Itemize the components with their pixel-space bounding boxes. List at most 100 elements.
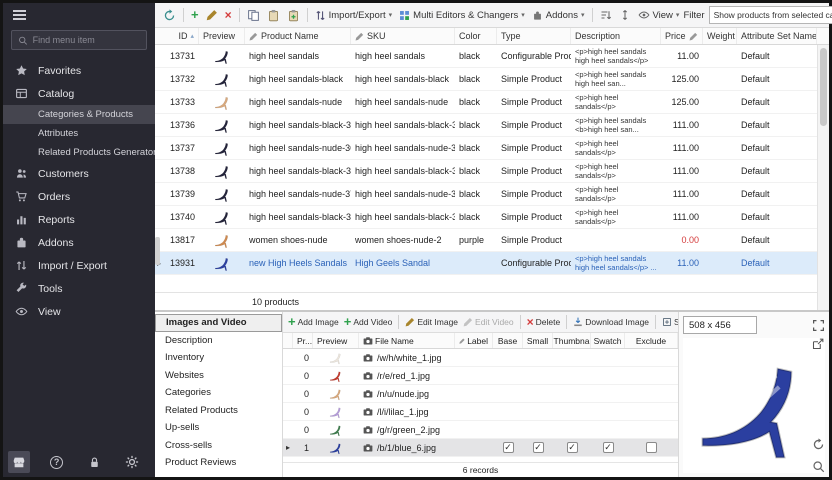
thumbnail-checkbox[interactable]: ✓ xyxy=(567,442,578,453)
vertical-scrollbar[interactable] xyxy=(817,45,829,310)
table-row[interactable]: 0 /r/e/red_1.jpg xyxy=(283,367,678,385)
table-row[interactable]: 0 /g/r/green_2.jpg xyxy=(283,421,678,439)
swatch-checkbox[interactable]: ✓ xyxy=(603,442,614,453)
paste-special-button[interactable] xyxy=(284,7,303,24)
row-height-button[interactable] xyxy=(616,7,634,23)
column-header-exclude[interactable]: Exclude xyxy=(625,333,678,348)
sidebar-item-tools[interactable]: Tools xyxy=(3,277,155,300)
table-row[interactable]: 13733 high heel sandals-nude high heel s… xyxy=(155,91,829,114)
tab-categories[interactable]: Categories xyxy=(155,384,282,402)
table-row[interactable]: 13738 high heel sandals-black-37 high he… xyxy=(155,160,829,183)
sidebar-item-orders[interactable]: Orders xyxy=(3,185,155,208)
fullscreen-icon[interactable] xyxy=(812,319,825,332)
table-row[interactable]: 13732 high heel sandals-black high heel … xyxy=(155,68,829,91)
column-header-swatch[interactable]: Swatch xyxy=(591,333,625,348)
row-expander[interactable] xyxy=(283,367,293,384)
delete-image-button[interactable]: ×Delete xyxy=(525,316,563,328)
row-expander[interactable] xyxy=(283,385,293,402)
table-row[interactable]: 13731 high heel sandals high heel sandal… xyxy=(155,45,829,68)
row-expander[interactable] xyxy=(283,403,293,420)
refresh-button[interactable] xyxy=(160,7,179,24)
table-row[interactable]: 13740 high heel sandals-black-38 high he… xyxy=(155,206,829,229)
view-menu[interactable]: View▾ xyxy=(635,7,683,23)
column-header-file-name[interactable]: File Name xyxy=(359,333,455,348)
import-export-menu[interactable]: Import/Export▾ xyxy=(312,8,396,23)
column-header-attribute-set[interactable]: Attribute Set Name xyxy=(737,28,817,44)
column-header-small[interactable]: Small xyxy=(523,333,553,348)
column-header-color[interactable]: Color xyxy=(455,28,497,44)
sidebar-splitter-handle[interactable] xyxy=(155,237,160,265)
tab-related-products[interactable]: Related Products xyxy=(155,402,282,420)
gear-icon[interactable] xyxy=(121,451,143,473)
image-size-field[interactable]: 508 x 456 xyxy=(683,316,757,334)
delete-product-button[interactable]: × xyxy=(222,8,235,22)
column-header-label[interactable]: Label xyxy=(455,333,493,348)
edit-image-button[interactable]: Edit Image xyxy=(403,316,460,328)
table-row[interactable]: 0 /w/h/white_1.jpg xyxy=(283,349,678,367)
lock-icon[interactable] xyxy=(83,451,105,473)
product-image-preview[interactable] xyxy=(683,338,825,473)
tab-websites[interactable]: Websites xyxy=(155,367,282,385)
column-header-id[interactable]: ID▴ xyxy=(155,28,199,44)
multi-editors-menu[interactable]: Multi Editors & Changers▾ xyxy=(396,8,528,23)
search-input[interactable] xyxy=(33,35,140,45)
table-row[interactable]: 13737 high heel sandals-nude-36 high hee… xyxy=(155,137,829,160)
copy-button[interactable] xyxy=(244,7,263,24)
sidebar-item-import-export[interactable]: Import / Export xyxy=(3,254,155,277)
table-row[interactable]: ▸ 1 /b/1/blue_6.jpg ✓✓✓✓ xyxy=(283,439,678,457)
base-checkbox[interactable]: ✓ xyxy=(503,442,514,453)
column-header-preview[interactable]: Preview xyxy=(199,28,245,44)
sidebar-search[interactable] xyxy=(11,30,147,50)
row-expander[interactable]: ▸ xyxy=(283,439,293,456)
column-header-description[interactable]: Description xyxy=(571,28,661,44)
column-header-product-name[interactable]: Product Name xyxy=(245,28,351,44)
download-image-button[interactable]: Download Image xyxy=(571,316,651,328)
tab-inventory[interactable]: Inventory xyxy=(155,349,282,367)
row-expander[interactable] xyxy=(283,349,293,366)
paste-button[interactable] xyxy=(264,7,283,24)
addons-menu[interactable]: Addons▾ xyxy=(529,8,588,23)
tab-product-reviews[interactable]: Product Reviews xyxy=(155,454,282,472)
sidebar-item-view[interactable]: View xyxy=(3,300,155,323)
hamburger-menu-icon[interactable] xyxy=(13,10,26,20)
edit-video-button[interactable]: Edit Video xyxy=(461,316,516,328)
exclude-checkbox[interactable] xyxy=(646,442,657,453)
sidebar-item-customers[interactable]: Customers xyxy=(3,162,155,185)
open-external-icon[interactable] xyxy=(812,338,824,350)
tab-description[interactable]: Description xyxy=(155,332,282,350)
tab-up-sells[interactable]: Up-sells xyxy=(155,419,282,437)
column-header-sku[interactable]: SKU xyxy=(351,28,455,44)
add-video-button[interactable]: +Add Video xyxy=(342,316,395,328)
table-row[interactable]: 13817 women shoes-nude women shoes-nude-… xyxy=(155,229,829,252)
tab-cross-sells[interactable]: Cross-sells xyxy=(155,437,282,455)
edit-product-button[interactable] xyxy=(203,7,221,23)
column-header-weight[interactable]: Weight xyxy=(703,28,737,44)
sort-rows-button[interactable] xyxy=(597,7,615,23)
row-expander[interactable] xyxy=(283,421,293,438)
scrollbar-thumb[interactable] xyxy=(820,48,827,126)
set-resize-rule-button[interactable]: Set Resize Rule xyxy=(660,316,678,328)
sidebar-item-catalog[interactable]: Catalog xyxy=(3,82,155,105)
table-row[interactable]: 13736 high heel sandals-black-36 high he… xyxy=(155,114,829,137)
column-header-type[interactable]: Type xyxy=(497,28,571,44)
table-row[interactable]: ▸13931 new High Heels Sandals High Geels… xyxy=(155,252,829,275)
sidebar-item-favorites[interactable]: Favorites xyxy=(3,59,155,82)
sidebar-item-addons[interactable]: Addons xyxy=(3,231,155,254)
table-row[interactable]: 13739 high heel sandals-nude-37 high hee… xyxy=(155,183,829,206)
filter-select[interactable]: Show products from selected categories ▾ xyxy=(709,6,832,24)
sidebar-item-reports[interactable]: Reports xyxy=(3,208,155,231)
store-icon[interactable] xyxy=(8,451,30,473)
table-row[interactable]: 0 /n/u/nude.jpg xyxy=(283,385,678,403)
table-row[interactable]: 0 /l/i/lilac_1.jpg xyxy=(283,403,678,421)
refresh-preview-icon[interactable] xyxy=(812,438,825,451)
add-product-button[interactable]: + xyxy=(188,8,202,22)
column-header-price[interactable]: Price xyxy=(661,28,703,44)
column-header-position[interactable]: Pr... xyxy=(293,333,313,348)
column-header-base[interactable]: Base xyxy=(493,333,523,348)
small-checkbox[interactable]: ✓ xyxy=(533,442,544,453)
zoom-icon[interactable] xyxy=(812,460,825,473)
tab-images-and-video[interactable]: Images and Video xyxy=(155,314,282,332)
column-header-preview[interactable]: Preview xyxy=(313,333,359,348)
sidebar-item-attributes[interactable]: Attributes xyxy=(3,124,155,143)
sidebar-item-related-products-generator[interactable]: Related Products Generator xyxy=(3,143,155,162)
